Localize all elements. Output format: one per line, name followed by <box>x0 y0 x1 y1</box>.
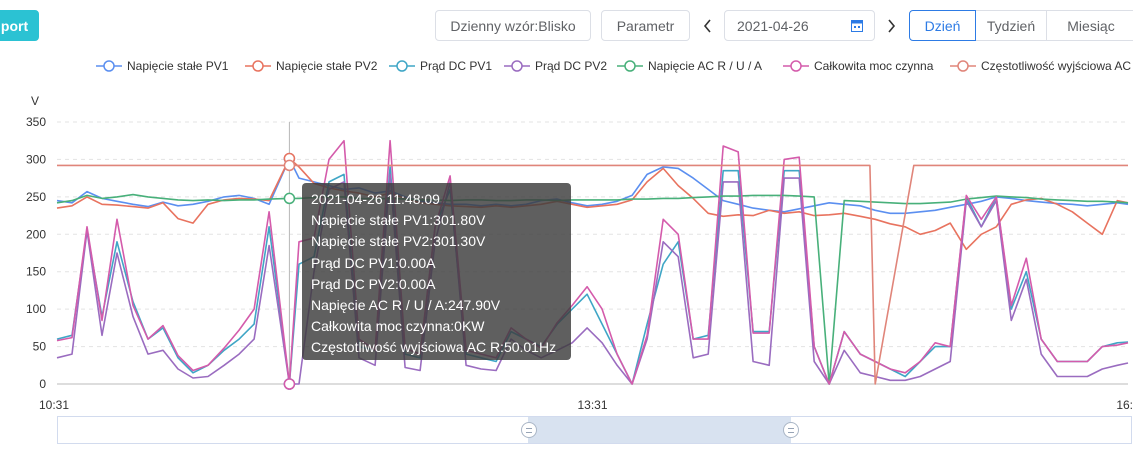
tab-month[interactable]: Miesiąc <box>1046 10 1133 41</box>
legend-symbol-icon <box>504 60 530 72</box>
y-tick-label: 350 <box>26 115 46 129</box>
data-zoom-slider[interactable] <box>57 416 1132 444</box>
legend-symbol-icon <box>783 60 809 72</box>
legend-item[interactable]: Napięcie stałe PV1 <box>95 56 228 76</box>
tooltip-ac-voltage: Napięcie AC R / U / A:247.90V <box>311 297 501 314</box>
legend-dot <box>103 60 115 72</box>
y-tick-label: 200 <box>26 227 46 241</box>
hover-point-5 <box>283 378 296 390</box>
tooltip-pv2-current: Prąd DC PV2:0.00A <box>311 275 436 292</box>
legend-label: Napięcie stałe PV2 <box>276 59 378 73</box>
legend-dot <box>957 60 969 72</box>
period-tabs: Dzień Tydzień Miesiąc <box>909 10 1133 41</box>
hover-point-4 <box>283 192 296 205</box>
legend-dot <box>396 60 408 72</box>
y-tick-label: 100 <box>26 302 46 316</box>
legend-item[interactable]: Prąd DC PV1 <box>388 56 492 76</box>
tooltip-pv1-current: Prąd DC PV1:0.00A <box>311 254 436 271</box>
y-tick-label: 0 <box>39 377 46 391</box>
legend-label: Prąd DC PV1 <box>420 59 493 73</box>
x-tick-label: 13:31 <box>577 398 607 412</box>
tab-week[interactable]: Tydzień <box>975 10 1047 41</box>
tab-day[interactable]: Dzień <box>909 10 976 41</box>
legend-item[interactable]: Częstotliwość wyjściowa AC R <box>949 56 1133 76</box>
legend-label: Napięcie stałe PV1 <box>127 59 229 73</box>
legend-label: Prąd DC PV2 <box>535 59 608 73</box>
legend-item[interactable]: Napięcie AC R / U / A <box>616 56 762 76</box>
legend-symbol-icon <box>245 60 271 72</box>
legend-dot <box>790 60 802 72</box>
zoom-handle-left[interactable] <box>521 422 537 438</box>
chevron-right-icon <box>888 18 896 33</box>
next-date-button[interactable] <box>882 10 900 41</box>
x-tick-label: 16:2 <box>1116 398 1133 412</box>
chevron-left-icon <box>703 18 711 33</box>
legend-dot <box>252 60 264 72</box>
tooltip-ac-frequency: Częstotliwość wyjściowa AC R:50.01Hz <box>311 339 557 356</box>
calendar-icon <box>851 20 863 32</box>
legend-label: Częstotliwość wyjściowa AC R <box>981 59 1133 73</box>
legend-item[interactable]: Napięcie stałe PV2 <box>244 56 377 76</box>
series-line-0 <box>56 157 1129 215</box>
legend-item[interactable]: Całkowita moc czynna <box>782 56 933 76</box>
legend-dot <box>511 60 523 72</box>
chart-tooltip: 2021-04-26 11:48:09 Napięcie stałe PV1:3… <box>302 183 571 360</box>
legend-symbol-icon <box>389 60 415 72</box>
date-value: 2021-04-26 <box>737 17 809 34</box>
date-picker[interactable]: 2021-04-26 <box>724 10 875 41</box>
zoom-range-fill <box>528 417 791 443</box>
legend-label: Całkowita moc czynna <box>814 59 934 73</box>
hover-point-6 <box>283 159 296 172</box>
legend-symbol-icon <box>617 60 643 72</box>
y-tick-label: 150 <box>26 265 46 279</box>
series-line-5 <box>56 139 1129 385</box>
legend-label: Napięcie AC R / U / A <box>648 59 763 73</box>
export-button[interactable]: port <box>0 10 39 41</box>
day-pattern-button[interactable]: Dzienny wzór:Blisko <box>435 10 591 41</box>
parameter-button[interactable]: Parametr <box>601 10 690 41</box>
y-tick-label: 50 <box>33 340 47 354</box>
tooltip-active-power: Całkowita moc czynna:0KW <box>311 318 485 335</box>
y-axis-label: V <box>31 94 39 108</box>
x-tick-label: 10:31 <box>39 398 69 412</box>
legend-symbol-icon <box>950 60 976 72</box>
legend-dot <box>624 60 636 72</box>
toolbar: port Dzienny wzór:Blisko Parametr 2021-0… <box>0 0 1133 46</box>
zoom-handle-right[interactable] <box>783 422 799 438</box>
tooltip-pv2-voltage: Napięcie stałe PV2:301.30V <box>311 233 486 250</box>
y-tick-label: 300 <box>26 152 46 166</box>
tooltip-time: 2021-04-26 11:48:09 <box>311 191 440 207</box>
tooltip-pv1-voltage: Napięcie stałe PV1:301.80V <box>311 212 486 229</box>
legend-symbol-icon <box>96 60 122 72</box>
y-tick-label: 250 <box>26 190 46 204</box>
prev-date-button[interactable] <box>699 10 717 41</box>
legend-item[interactable]: Prąd DC PV2 <box>503 56 607 76</box>
